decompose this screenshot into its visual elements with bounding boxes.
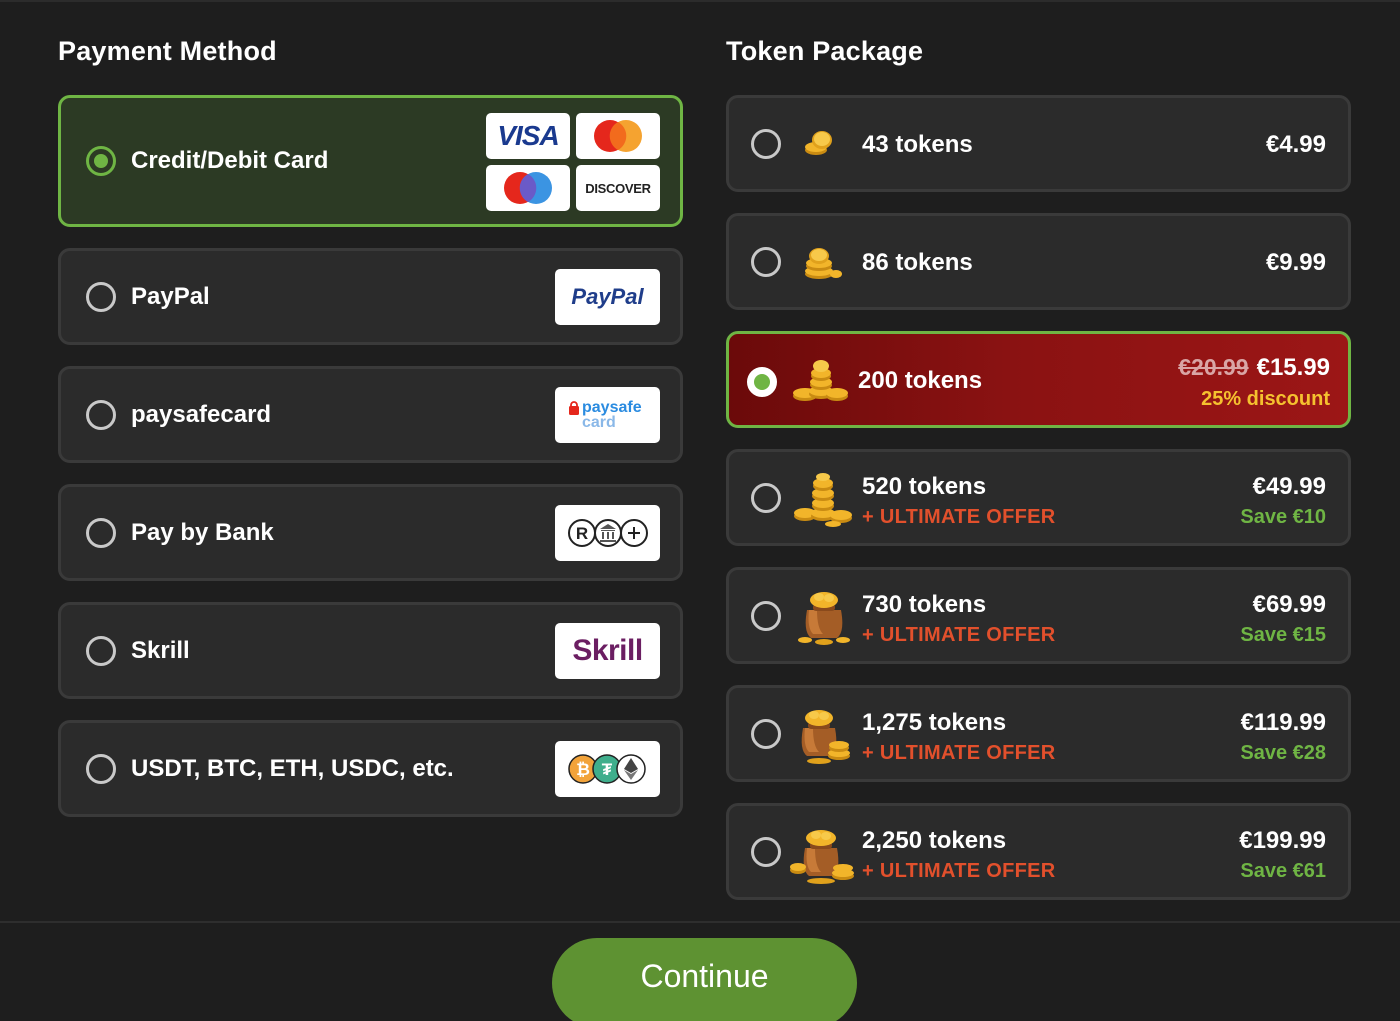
token-offer-730: + ULTIMATE OFFER (862, 624, 1056, 646)
payment-option-paypal[interactable]: PayPal PayPal (58, 248, 683, 345)
token-discount-200: 25% discount (1201, 388, 1330, 410)
payment-option-skrill[interactable]: Skrill Skrill (58, 602, 683, 699)
paypal-logo-text: PayPal (571, 284, 644, 309)
token-label-1275: 1,275 tokens (862, 709, 1007, 736)
token-package-2250[interactable]: 2,250 tokens + ULTIMATE OFFER €199.99 Sa… (726, 803, 1351, 900)
token-save-730: Save €15 (1240, 624, 1326, 646)
radio-token-200[interactable] (747, 367, 777, 397)
token-save-1275: Save €28 (1240, 742, 1326, 764)
payment-label-bank: Pay by Bank (131, 519, 274, 546)
payment-label-card: Credit/Debit Card (131, 147, 329, 174)
token-package-86[interactable]: 86 tokens €9.99 (726, 213, 1351, 310)
token-label-730: 730 tokens (862, 591, 987, 618)
footer-divider (0, 921, 1400, 923)
token-old-price-200: €20.99 (1178, 354, 1249, 380)
payment-option-bank[interactable]: Pay by Bank R (58, 484, 683, 581)
top-border (0, 0, 1400, 2)
token-price-row-200: €20.99 €15.99 (1178, 354, 1330, 382)
radio-bank[interactable] (86, 518, 116, 548)
token-package-1275[interactable]: 1,275 tokens + ULTIMATE OFFER €119.99 Sa… (726, 685, 1351, 782)
token-price-200: €15.99 (1256, 354, 1330, 381)
token-price-730: €69.99 (1252, 591, 1326, 618)
skrill-logo: Skrill (555, 623, 660, 679)
token-price-43: €4.99 (1265, 131, 1326, 158)
coin-small-icon (805, 131, 832, 155)
crypto-icons: ₿ ₮ (567, 754, 646, 784)
radio-token-520[interactable] (751, 483, 781, 513)
coin-stack-icon (805, 248, 842, 279)
token-label-520: 520 tokens (862, 473, 987, 500)
visa-text: VISA (497, 120, 559, 151)
svg-text:R: R (575, 524, 587, 543)
coin-bag-icon (798, 592, 850, 645)
discover-text: DISCOVER (585, 180, 651, 196)
token-package-730[interactable]: 730 tokens + ULTIMATE OFFER €69.99 Save … (726, 567, 1351, 664)
payment-label-paysafecard: paysafecard (131, 401, 272, 428)
paypal-logo: PayPal (555, 269, 660, 325)
lock-icon (569, 401, 579, 415)
card-text: card (582, 414, 616, 431)
payment-label-skrill: Skrill (131, 637, 190, 664)
token-label-2250: 2,250 tokens (862, 827, 1007, 854)
maestro-logo (486, 165, 570, 211)
maestro-icon (504, 172, 552, 204)
mastercard-logo (576, 113, 660, 159)
coin-piles-icon (793, 360, 848, 401)
mastercard-icon (594, 120, 642, 152)
token-price-86: €9.99 (1265, 249, 1326, 276)
bank-transfer-logo: R (555, 505, 660, 561)
token-offer-1275: + ULTIMATE OFFER (862, 742, 1056, 764)
token-offer-2250: + ULTIMATE OFFER (862, 860, 1056, 882)
radio-skrill[interactable] (86, 636, 116, 666)
payment-option-card[interactable]: Credit/Debit Card VISA DISCOVER (58, 95, 683, 227)
payment-label-crypto: USDT, BTC, ETH, USDC, etc. (131, 755, 454, 782)
radio-paysafecard[interactable] (86, 400, 116, 430)
radio-token-730[interactable] (751, 601, 781, 631)
continue-button[interactable]: Continue (552, 938, 857, 1021)
payment-label-paypal: PayPal (131, 283, 210, 310)
payment-method-title: Payment Method (58, 36, 277, 66)
token-label-200: 200 tokens (858, 367, 983, 394)
token-offer-520: + ULTIMATE OFFER (862, 506, 1056, 528)
svg-text:₮: ₮ (601, 760, 612, 779)
radio-token-43[interactable] (751, 129, 781, 159)
token-package-200[interactable]: 200 tokens €20.99 €15.99 25% discount (726, 331, 1351, 428)
radio-token-1275[interactable] (751, 719, 781, 749)
token-label-86: 86 tokens (862, 249, 973, 276)
radio-paypal[interactable] (86, 282, 116, 312)
payment-option-paysafecard[interactable]: paysafecard paysafe card (58, 366, 683, 463)
token-price-520: €49.99 (1252, 473, 1326, 500)
radio-crypto[interactable] (86, 754, 116, 784)
radio-token-2250[interactable] (751, 837, 781, 867)
coin-tower-icon (794, 473, 852, 527)
discover-logo: DISCOVER (576, 165, 660, 211)
coin-bag-large-icon (801, 710, 850, 764)
bank-icon: R (567, 519, 648, 547)
token-price-2250: €199.99 (1239, 827, 1326, 854)
token-price-1275: €119.99 (1240, 709, 1326, 736)
visa-logo: VISA (486, 113, 570, 159)
payment-option-crypto[interactable]: USDT, BTC, ETH, USDC, etc. ₿ ₮ (58, 720, 683, 817)
skrill-logo-text: Skrill (572, 634, 643, 667)
coin-chest-icon (790, 830, 854, 884)
token-save-520: Save €10 (1240, 506, 1326, 528)
token-package-43[interactable]: 43 tokens €4.99 (726, 95, 1351, 192)
token-label-43: 43 tokens (862, 131, 973, 158)
radio-card[interactable] (86, 146, 116, 176)
radio-token-86[interactable] (751, 247, 781, 277)
token-package-520[interactable]: 520 tokens + ULTIMATE OFFER €49.99 Save … (726, 449, 1351, 546)
svg-text:₿: ₿ (576, 760, 590, 779)
token-save-2250: Save €61 (1240, 860, 1326, 882)
paysafecard-logo: paysafe card (555, 387, 660, 443)
crypto-logo: ₿ ₮ (555, 741, 660, 797)
token-package-title: Token Package (726, 36, 924, 66)
